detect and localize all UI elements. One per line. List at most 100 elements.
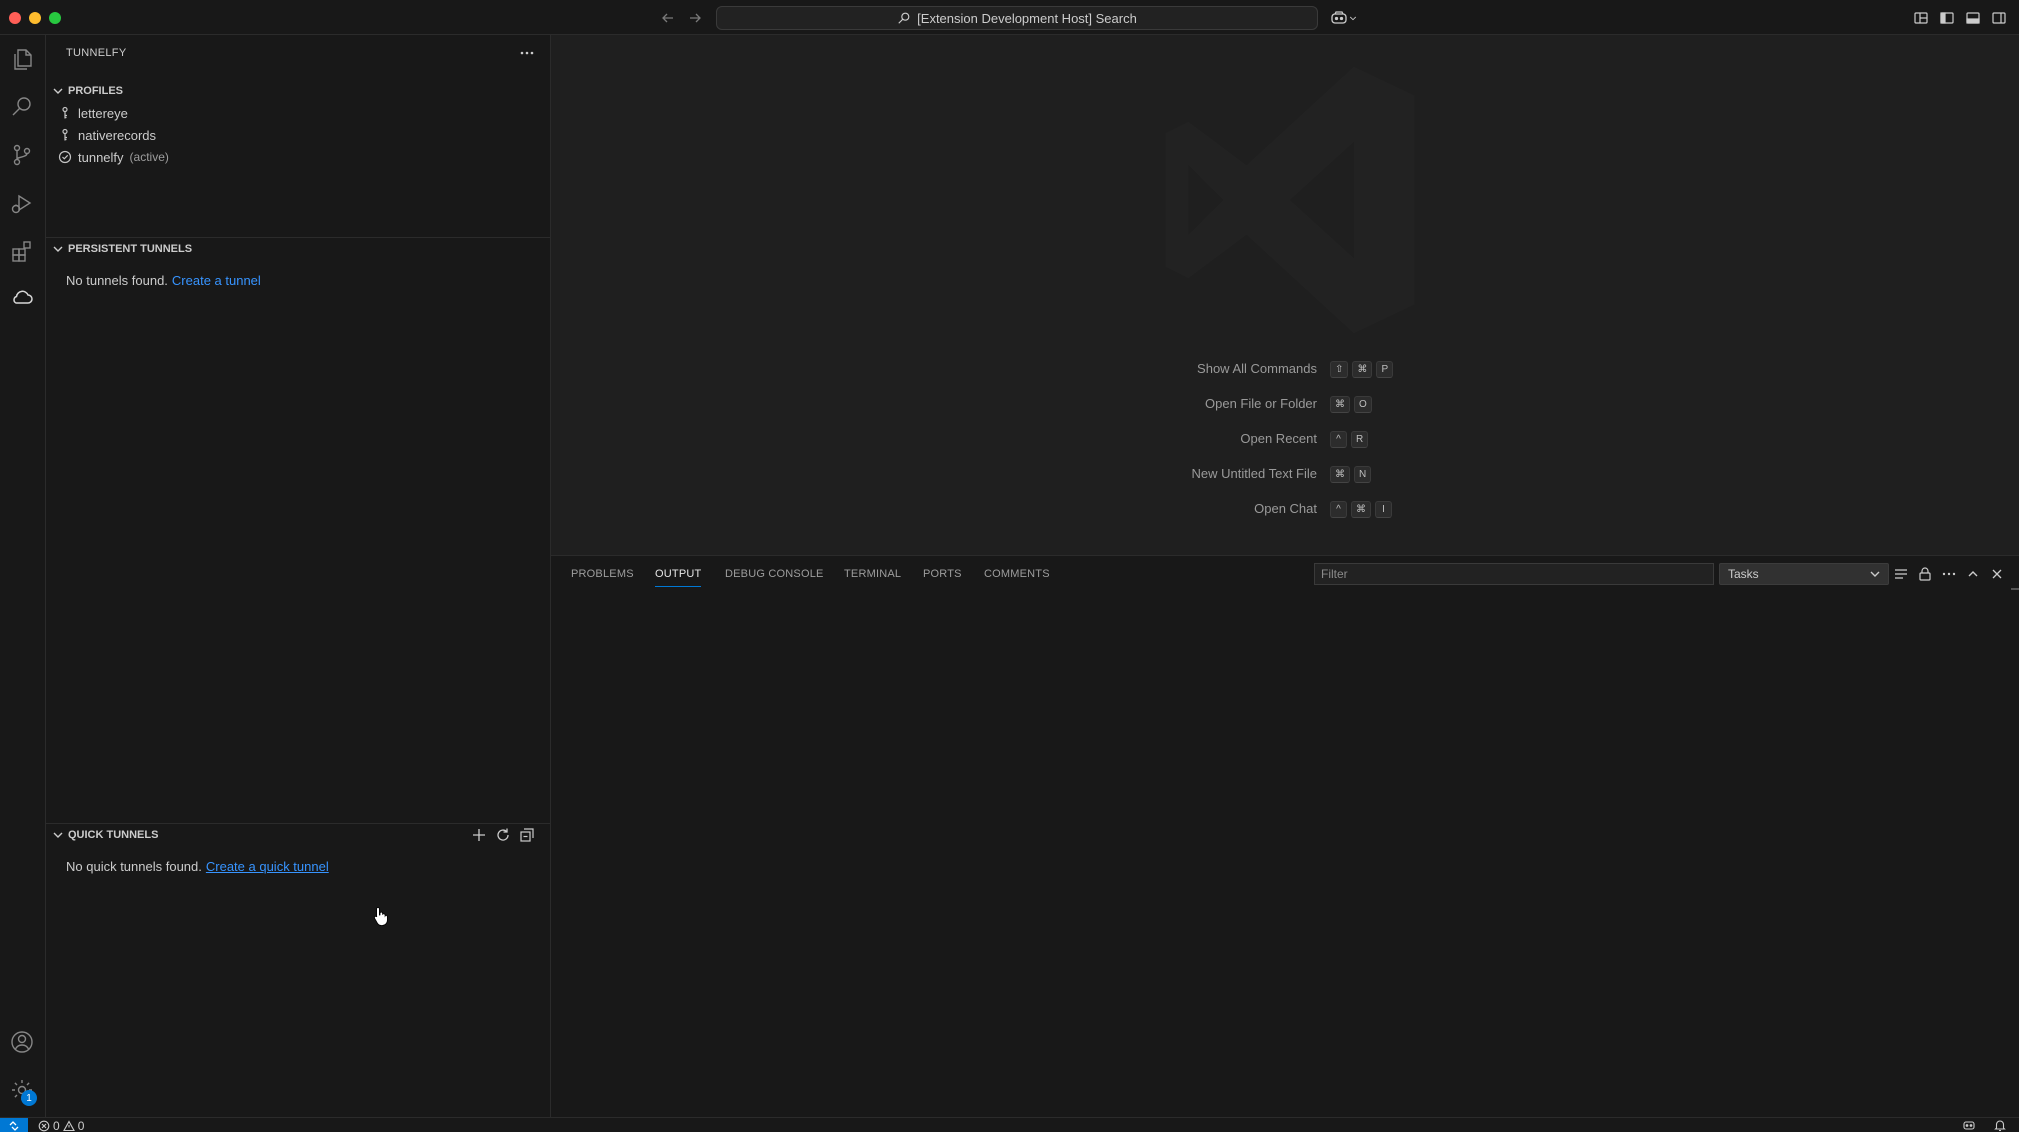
key: O [1354,396,1372,413]
remote-indicator-button[interactable] [0,1118,28,1132]
notifications-bell-icon[interactable] [1993,1118,2007,1132]
profile-item-nativerecords[interactable]: nativerecords [46,124,551,146]
toggle-primary-sidebar-icon[interactable] [1938,9,1956,27]
profile-active-description: (active) [129,150,169,164]
tab-comments[interactable]: COMMENTS [984,568,1050,580]
window-minimize-button[interactable] [29,12,41,24]
more-actions-icon[interactable] [1940,565,1958,583]
chevron-down-icon [50,241,66,257]
chevron-down-icon [1868,567,1882,581]
copilot-status-icon[interactable] [1962,1118,1976,1132]
more-actions-icon[interactable] [518,45,536,61]
empty-text: No tunnels found. [66,273,168,288]
keybinding: ^ R [1330,431,1369,448]
output-channel-value: Tasks [1728,567,1759,581]
add-icon[interactable] [470,826,488,844]
key-icon [58,106,72,120]
sidebar-title: TUNNELFY [66,47,127,59]
cloud-icon[interactable] [9,285,35,311]
lock-icon[interactable] [1916,565,1934,583]
key: ⌘ [1330,396,1350,413]
toggle-panel-icon[interactable] [1964,9,1982,27]
refresh-icon[interactable] [494,826,512,844]
remote-icon [9,1120,19,1131]
keybinding: ⇧ ⌘ P [1330,361,1394,378]
profile-label: nativerecords [78,127,157,143]
persistent-tunnels-section-header[interactable]: PERSISTENT TUNNELS [46,238,551,260]
chevron-down-icon [50,827,66,843]
run-and-debug-icon[interactable] [9,190,35,216]
tab-debug-console[interactable]: DEBUG CONSOLE [725,568,824,580]
tunnelfy-sidebar: TUNNELFY PROFILES lettereye nativerecord… [46,35,551,1117]
shortcut-label: Open Recent [1240,431,1317,446]
profile-label: lettereye [78,105,128,121]
search-text: [Extension Development Host] Search [917,10,1137,26]
search-icon [898,12,910,24]
profile-item-lettereye[interactable]: lettereye [46,102,551,124]
collapse-all-icon[interactable] [518,826,536,844]
output-filter-input[interactable] [1314,563,1714,585]
explorer-icon[interactable] [9,46,35,72]
go-back-icon[interactable] [658,8,678,28]
warning-count: 0 [77,1118,85,1132]
activity-bar: 1 [0,35,46,1117]
extensions-icon[interactable] [9,238,35,264]
shortcut-label: Open Chat [1254,501,1317,516]
quick-tunnels-header-label: QUICK TUNNELS [68,829,159,841]
bottom-panel: PROBLEMS OUTPUT DEBUG CONSOLE TERMINAL P… [551,555,2019,1117]
error-count: 0 [53,1118,60,1132]
shortcut-label: Show All Commands [1197,361,1317,376]
vscode-window: [Extension Development Host] Search 1 TU… [0,0,2019,1132]
copilot-icon [1331,11,1347,24]
output-channel-select[interactable]: Tasks [1719,563,1889,585]
chevron-down-icon [1349,16,1357,21]
toggle-secondary-sidebar-icon[interactable] [1990,9,2008,27]
profile-label: tunnelfy [78,149,124,165]
source-control-icon[interactable] [9,142,35,168]
persistent-tunnels-header-label: PERSISTENT TUNNELS [68,243,193,255]
key-icon [58,128,72,142]
window-close-button[interactable] [9,12,21,24]
go-forward-icon[interactable] [685,8,705,28]
problems-status-item[interactable]: 0 0 [38,1118,84,1132]
title-bar: [Extension Development Host] Search [0,0,2019,35]
settings-update-badge: 1 [21,1090,37,1106]
customize-layout-icon[interactable] [1912,9,1930,27]
word-wrap-icon[interactable] [1892,565,1910,583]
search-icon[interactable] [9,94,35,120]
create-tunnel-link[interactable]: Create a tunnel [172,273,261,288]
persistent-tunnels-empty-message: No tunnels found. Create a tunnel [66,273,261,288]
key: P [1376,361,1394,378]
keybinding: ⌘ O [1330,396,1372,413]
profiles-section-header[interactable]: PROFILES [46,80,551,102]
tab-problems[interactable]: PROBLEMS [571,568,634,580]
editor-area: Show All Commands ⇧ ⌘ P Open File or Fol… [551,35,2019,555]
key: R [1351,431,1369,448]
close-panel-icon[interactable] [1988,565,2006,583]
key: I [1375,501,1392,518]
key: ⌘ [1352,361,1373,378]
key: ^ [1330,501,1347,518]
tab-terminal[interactable]: TERMINAL [844,568,901,580]
profiles-header-label: PROFILES [68,85,124,97]
tab-output[interactable]: OUTPUT [655,568,702,587]
window-maximize-button[interactable] [49,12,61,24]
key: N [1354,466,1372,483]
shortcut-label: Open File or Folder [1205,396,1317,411]
error-icon [38,1120,50,1131]
output-scrollbar[interactable] [2011,588,2019,590]
key: ⇧ [1330,361,1349,378]
keybinding: ^ ⌘ I [1330,501,1392,518]
command-center-search[interactable]: [Extension Development Host] Search [716,6,1318,30]
copilot-menu-button[interactable] [1330,8,1364,28]
maximize-panel-icon[interactable] [1964,565,1982,583]
key: ^ [1330,431,1347,448]
hand-pointer-icon [374,907,388,926]
create-quick-tunnel-link[interactable]: Create a quick tunnel [206,859,329,874]
account-icon[interactable] [9,1029,35,1055]
check-circle-icon [58,150,72,164]
tab-ports[interactable]: PORTS [923,568,962,580]
profile-item-tunnelfy[interactable]: tunnelfy (active) [46,146,551,168]
chevron-down-icon [50,83,66,99]
empty-text: No quick tunnels found. [66,859,202,874]
